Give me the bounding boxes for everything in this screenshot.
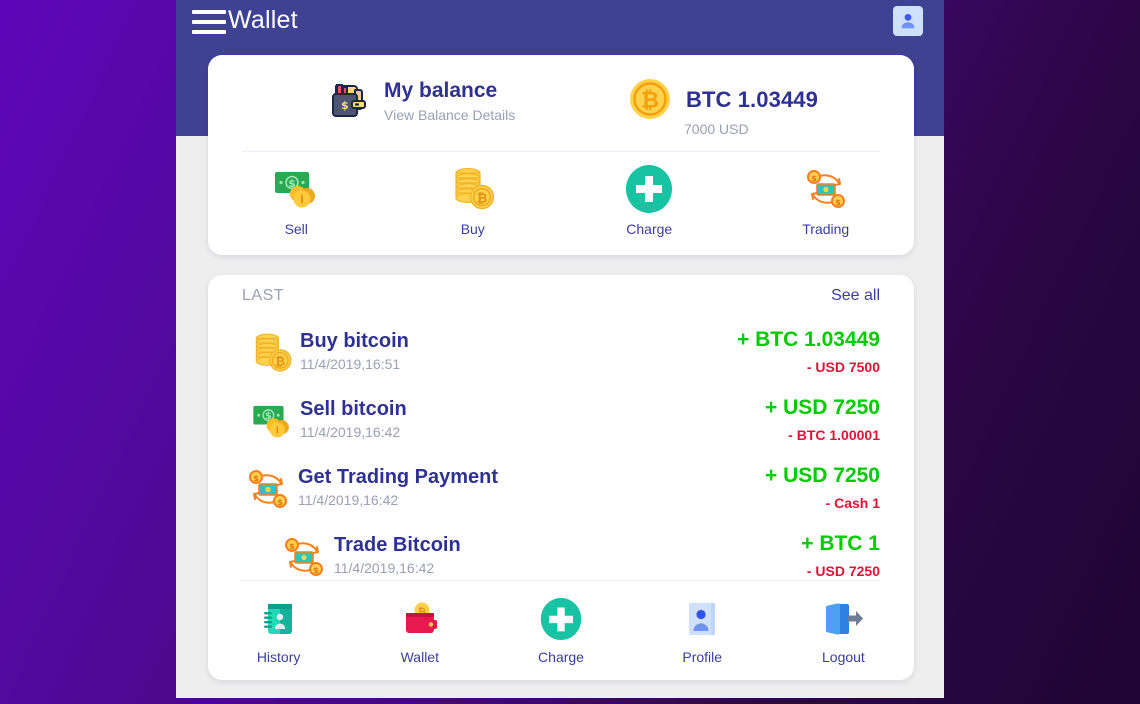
nav-item-logout-label: Logout [822,649,865,665]
action-charge[interactable]: Charge [561,165,738,255]
svg-text:$: $ [277,498,283,507]
action-buy[interactable]: ₿ Buy [385,165,562,255]
logout-arrow-icon [819,595,867,643]
transactions-list: ₿ Buy bitcoin 11/4/2019,16:51 + BTC 1.03… [242,321,880,593]
trading-exchange-icon: $ $ [242,463,294,515]
nav-item-profile[interactable]: Profile [632,587,773,679]
transaction-date: 11/4/2019,16:42 [298,492,399,508]
svg-text:$: $ [289,542,295,551]
transaction-name: Get Trading Payment [298,466,499,488]
transaction-debit: - USD 7500 [806,359,880,376]
svg-text:$: $ [313,566,319,575]
buy-coins-icon: ₿ [246,327,298,379]
table-row[interactable]: ₿ Buy bitcoin 11/4/2019,16:51 + BTC 1.03… [242,321,880,389]
bitcoin-coin-icon: ₿ [628,77,672,126]
action-sell-label: Sell [284,221,308,237]
balance-title: My balance [384,79,498,102]
wallet-coin-icon: ₿ [398,595,442,643]
wallet-app-window: Wallet $ My balance View Balance Details… [176,0,944,698]
trading-exchange-icon: $ $ [278,531,330,583]
history-book-icon [257,595,301,643]
action-trading-label: Trading [802,221,850,237]
svg-text:$: $ [811,174,817,183]
bottom-nav-divider [242,580,880,581]
my-balance-block[interactable]: $ My balance View Balance Details [322,75,515,130]
svg-text:$: $ [253,474,259,483]
transaction-credit: + USD 7250 [765,464,880,487]
transactions-card: LAST See all ₿ Buy bitcoin 11/4/2019,16:… [208,275,914,680]
nav-item-history-label: History [256,649,301,665]
nav-item-history[interactable]: History [208,587,349,679]
btc-balance-amount: BTC 1.03449 [686,87,818,112]
svg-text:₿: ₿ [476,192,487,207]
transaction-name: Trade Bitcoin [334,534,461,556]
screen: Wallet $ My balance View Balance Details… [0,0,1140,704]
transaction-credit: + USD 7250 [765,396,880,419]
table-row[interactable]: $ $ Get Trading Payment 11/4/2019,16:42 … [242,457,880,525]
user-avatar-icon[interactable] [893,6,923,36]
transactions-section-label: LAST [242,287,285,304]
transaction-credit: + BTC 1.03449 [736,328,880,351]
balance-summary: $ My balance View Balance Details ₿ BTC … [208,55,914,165]
charge-plus-icon [624,165,674,213]
table-row[interactable]: $ $ Trade Bitcoin 11/4/2019,16:42 + BTC … [242,525,880,593]
transaction-debit: - BTC 1.00001 [788,427,880,444]
bottom-navigation: History ₿ Wallet Charge Profile Logout [208,587,914,679]
svg-text:$: $ [835,198,841,207]
action-buy-label: Buy [460,221,485,237]
hamburger-menu-icon[interactable] [192,10,226,34]
transaction-credit: + BTC 1 [801,532,880,555]
action-sell[interactable]: $ Sell [208,165,385,255]
transaction-debit: - Cash 1 [825,495,880,512]
transaction-date: 11/4/2019,16:42 [300,424,401,440]
transaction-name: Buy bitcoin [300,330,409,352]
trading-exchange-icon: $ $ [801,165,851,213]
see-all-link[interactable]: See all [831,287,880,305]
balance-subtitle: View Balance Details [384,107,516,124]
balance-card: $ My balance View Balance Details ₿ BTC … [208,55,914,255]
action-trading[interactable]: $ $ Trading [738,165,915,255]
charge-plus-icon [538,595,584,643]
nav-item-wallet-label: Wallet [400,649,439,665]
transaction-debit: - USD 7250 [806,563,880,580]
transaction-date: 11/4/2019,16:42 [334,560,435,576]
nav-item-logout[interactable]: Logout [773,587,914,679]
nav-item-profile-label: Profile [682,649,723,665]
app-title: Wallet [228,6,298,34]
usd-balance-amount: 7000 USD [684,121,749,137]
wallet-icon: $ [322,75,372,130]
btc-balance-block: ₿ BTC 1.03449 [628,77,818,126]
table-row[interactable]: $ Sell bitcoin 11/4/2019,16:42 + USD 725… [242,389,880,457]
svg-text:₿: ₿ [275,354,285,368]
nav-item-charge[interactable]: Charge [490,587,631,679]
svg-text:$: $ [341,99,349,112]
card-divider [242,151,880,152]
nav-item-wallet[interactable]: ₿ Wallet [349,587,490,679]
transaction-name: Sell bitcoin [300,398,407,420]
buy-coins-icon: ₿ [448,165,498,213]
transactions-header: LAST See all [242,285,880,315]
quick-actions: $ Sell ₿ Buy Charge $ $ Trading [208,165,914,255]
sell-money-icon: $ [269,165,323,213]
sell-money-icon: $ [246,395,298,447]
action-charge-label: Charge [626,221,673,237]
svg-text:₿: ₿ [641,89,659,114]
nav-item-charge-label: Charge [538,649,584,665]
transaction-date: 11/4/2019,16:51 [300,356,401,372]
profile-card-icon [680,595,724,643]
